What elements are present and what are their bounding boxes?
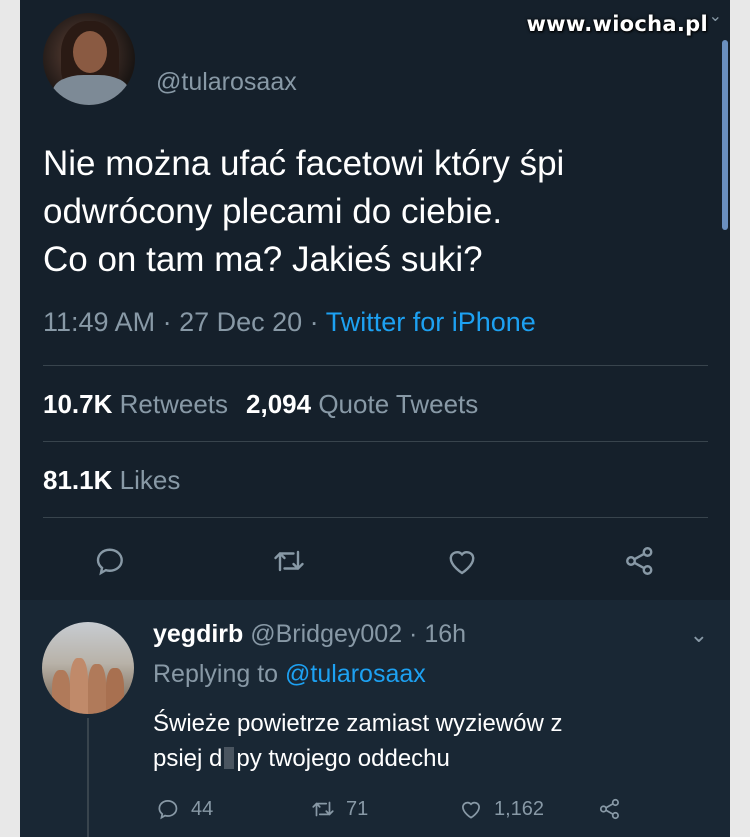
retweet-icon [312,801,334,817]
share-icon[interactable] [622,543,658,579]
retweet-icon[interactable] [271,543,307,579]
reply-text-line: Świeże powietrze zamiast wyziewów z [153,710,563,737]
reply-text-part: psiej d [153,745,223,772]
retweets-count: 10.7K [43,389,113,419]
thread-line [87,718,89,837]
replying-to: Replying to @tularosaax [153,660,426,689]
replying-prefix: Replying to [153,660,279,688]
chevron-down-icon[interactable]: ⌄ [709,6,722,26]
reply-text-part: py twojego oddechu [236,745,450,772]
quotes-label: Quote Tweets [318,389,479,419]
reply-count: 44 [191,797,214,820]
reply-like-button[interactable]: 1,162 [458,796,544,822]
reply-author-name[interactable]: yegdirb [153,620,243,648]
meta-separator: · [155,307,180,337]
reply-reply-button[interactable]: 44 [155,796,213,822]
quotes-count: 2,094 [246,389,312,419]
reply-age: 16h [424,620,467,648]
tweet-text-line: odwrócony plecami do ciebie. [43,192,503,231]
reply-icon [158,800,178,820]
like-count: 1,162 [494,797,545,820]
tweet-time: 11:49 AM [43,307,156,337]
watermark: www.wiocha.pl [526,12,708,36]
avatar[interactable] [42,622,134,714]
tweet-text-line: Nie można ufać facetowi który śpi [43,144,565,183]
reply-text-line: psiej d py twojego oddechu [153,741,693,776]
retweet-count: 71 [346,797,369,820]
like-icon [462,801,480,819]
scrollbar[interactable] [722,40,728,230]
reply-header: yegdirb @Bridgey002 · 16h [153,620,466,649]
reply-tweet[interactable]: yegdirb @Bridgey002 · 16h ⌄ Replying to … [20,600,730,837]
like-icon[interactable] [444,543,480,579]
retweet-stats: 10.7K Retweets 2,094 Quote Tweets [43,389,478,420]
tweet-frame: www.wiocha.pl ⌄ @tularosaax Nie można uf… [20,0,730,837]
reply-share-button[interactable] [597,796,623,822]
censor-block [224,747,235,769]
reply-author-handle[interactable]: @Bridgey002 [250,620,402,648]
reply-retweet-button[interactable]: 71 [310,796,368,822]
tweet-text-line: Co on tam ma? Jakieś suki? [43,240,483,279]
quote-tweets-link[interactable]: 2,094 Quote Tweets [246,389,478,419]
tweet-meta: 11:49 AM · 27 Dec 20 · Twitter for iPhon… [43,307,536,338]
meta-separator: · [302,307,326,337]
user-handle[interactable]: @tularosaax [156,68,297,97]
divider [43,517,708,518]
reply-icon[interactable] [92,543,128,579]
meta-separator: · [402,620,425,648]
likes-link[interactable]: 81.1K Likes [43,465,180,496]
divider [43,365,708,366]
chevron-down-icon[interactable]: ⌄ [690,622,708,648]
retweets-label: Retweets [119,389,229,419]
tweet-date: 27 Dec 20 [179,307,303,337]
likes-label: Likes [119,465,181,495]
tweet-text: Nie można ufać facetowi który śpi odwróc… [43,140,713,284]
divider [43,441,708,442]
retweets-link[interactable]: 10.7K Retweets [43,389,228,419]
share-icon [599,798,619,820]
tweet-source-link[interactable]: Twitter for iPhone [326,307,536,337]
replying-to-link[interactable]: @tularosaax [285,660,426,688]
avatar[interactable] [43,13,135,105]
reply-text: Świeże powietrze zamiast wyziewów z psie… [153,706,693,776]
likes-count: 81.1K [43,465,113,495]
